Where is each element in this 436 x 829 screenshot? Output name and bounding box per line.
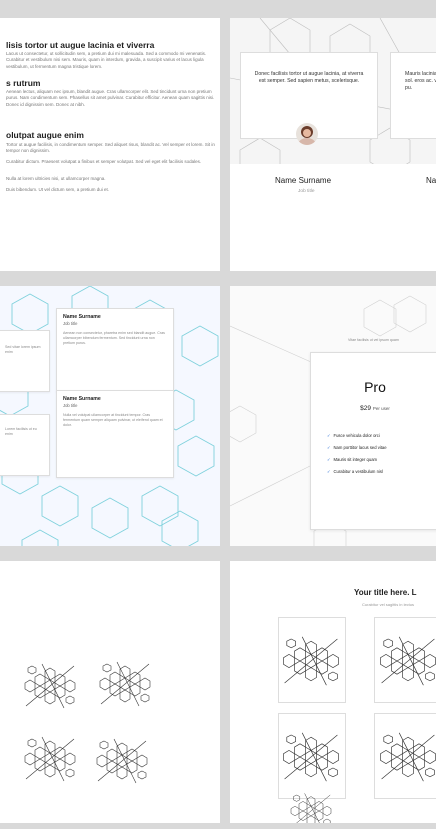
paragraph-1: Lacus ut consectetur, ut sollicitudin se… — [6, 51, 207, 69]
hexagon-cluster-illustrations — [24, 661, 151, 784]
heading-2: s rutrum — [6, 78, 41, 88]
team-name-2: Name Surname — [63, 396, 101, 402]
slide-pricing[interactable]: Vitae facilisis ut vel ipsum quam Pro $2… — [230, 286, 436, 546]
heading-3: olutpat augue enim — [6, 130, 84, 140]
card-text-fragment-2: Lorem facilisis ut eu enim — [5, 427, 37, 436]
price-amount: $29 — [360, 405, 372, 412]
slide-team[interactable]: Sed vitae lorem ipsum enim Name Surname … — [0, 286, 220, 546]
feature-item: ✓ Curabitur a vestibulum nisl — [327, 469, 383, 474]
team-card-left-1[interactable]: Sed vitae lorem ipsum enim — [0, 330, 50, 392]
card-text-fragment-1: Sed vitae lorem ipsum enim — [5, 345, 41, 354]
check-icon: ✓ — [327, 457, 331, 462]
plan-name: Pro — [364, 379, 386, 395]
team-card-left-2[interactable]: Lorem facilisis ut eu enim — [0, 414, 50, 476]
paragraph-2: Aenean lectus, aliquam nec ipsum, blandi… — [6, 89, 215, 107]
paragraph-3: Tortor ut augue facilisis, in condimentu… — [6, 142, 215, 154]
feature-item: ✓ Nam porttitor lacus sed vitae — [327, 445, 387, 450]
person-name-1: Name Surname — [275, 176, 332, 185]
slide-gallery[interactable]: Your title here. L Curabitur vel sagitti… — [230, 561, 436, 823]
person-name-2: Na — [426, 176, 436, 185]
pricing-subtitle: Vitae facilisis ut vel ipsum quam — [348, 338, 399, 342]
team-name-1: Name Surname — [63, 314, 101, 320]
slide-testimonial[interactable]: Donec facilisis tortor ut augue lacinia,… — [230, 18, 436, 271]
feature-item: ✓ Mauris sit integer quam — [327, 457, 378, 462]
slide-illustrations[interactable] — [0, 561, 220, 823]
team-card-2[interactable]: Name Surname Job title Nulla vel volutpa… — [56, 390, 174, 478]
team-role-2: Job title — [63, 403, 78, 408]
job-title-1: Job title — [298, 189, 315, 194]
pricing-card-pro[interactable]: Pro $29 Per user ✓ Fusce vehicula dolor o… — [310, 352, 436, 530]
team-role-1: Job title — [63, 321, 78, 326]
paragraph-5: Nulla at lorem ultricies nisi, ut ullamc… — [6, 176, 106, 181]
paragraph-6: Duis bibendum. Ut vel dictum sem, a pret… — [6, 187, 110, 192]
name-strip: Name Surname Job title Na — [230, 164, 436, 271]
slide-text-content[interactable]: lisis tortor ut augue lacinia et viverra… — [0, 18, 220, 271]
person-avatar-icon — [296, 123, 318, 145]
heading-1: lisis tortor ut augue lacinia et viverra — [6, 40, 155, 50]
avatar-photo — [296, 123, 318, 145]
feature-item: ✓ Fusce vehicula dolor orci — [327, 433, 380, 438]
plan-price: $29 Per user — [311, 405, 436, 412]
check-icon: ✓ — [327, 469, 331, 474]
paragraph-4: Curabitur dictum. Praesent volutpat a fi… — [6, 159, 202, 164]
team-card-1[interactable]: Name Surname Job title Aenean non consec… — [56, 308, 174, 392]
slide-board: lisis tortor ut augue lacinia et viverra… — [0, 0, 436, 829]
check-icon: ✓ — [327, 445, 331, 450]
testimonial-quote-2: Mauris lacinia sol. eros ac. vel pu. — [405, 71, 436, 91]
hexagon-cluster-illustrations — [283, 636, 436, 823]
testimonial-card-2[interactable]: Mauris lacinia sol. eros ac. vel pu. — [390, 52, 436, 139]
price-period: Per user — [372, 406, 390, 411]
check-icon: ✓ — [327, 433, 331, 438]
team-desc-1: Aenean non consectetur, pharetra enim se… — [63, 331, 165, 345]
testimonial-quote-1: Donec facilisis tortor ut augue lacinia,… — [254, 71, 364, 84]
team-desc-2: Nulla vel volutpat ullamcorper at tincid… — [63, 413, 163, 427]
